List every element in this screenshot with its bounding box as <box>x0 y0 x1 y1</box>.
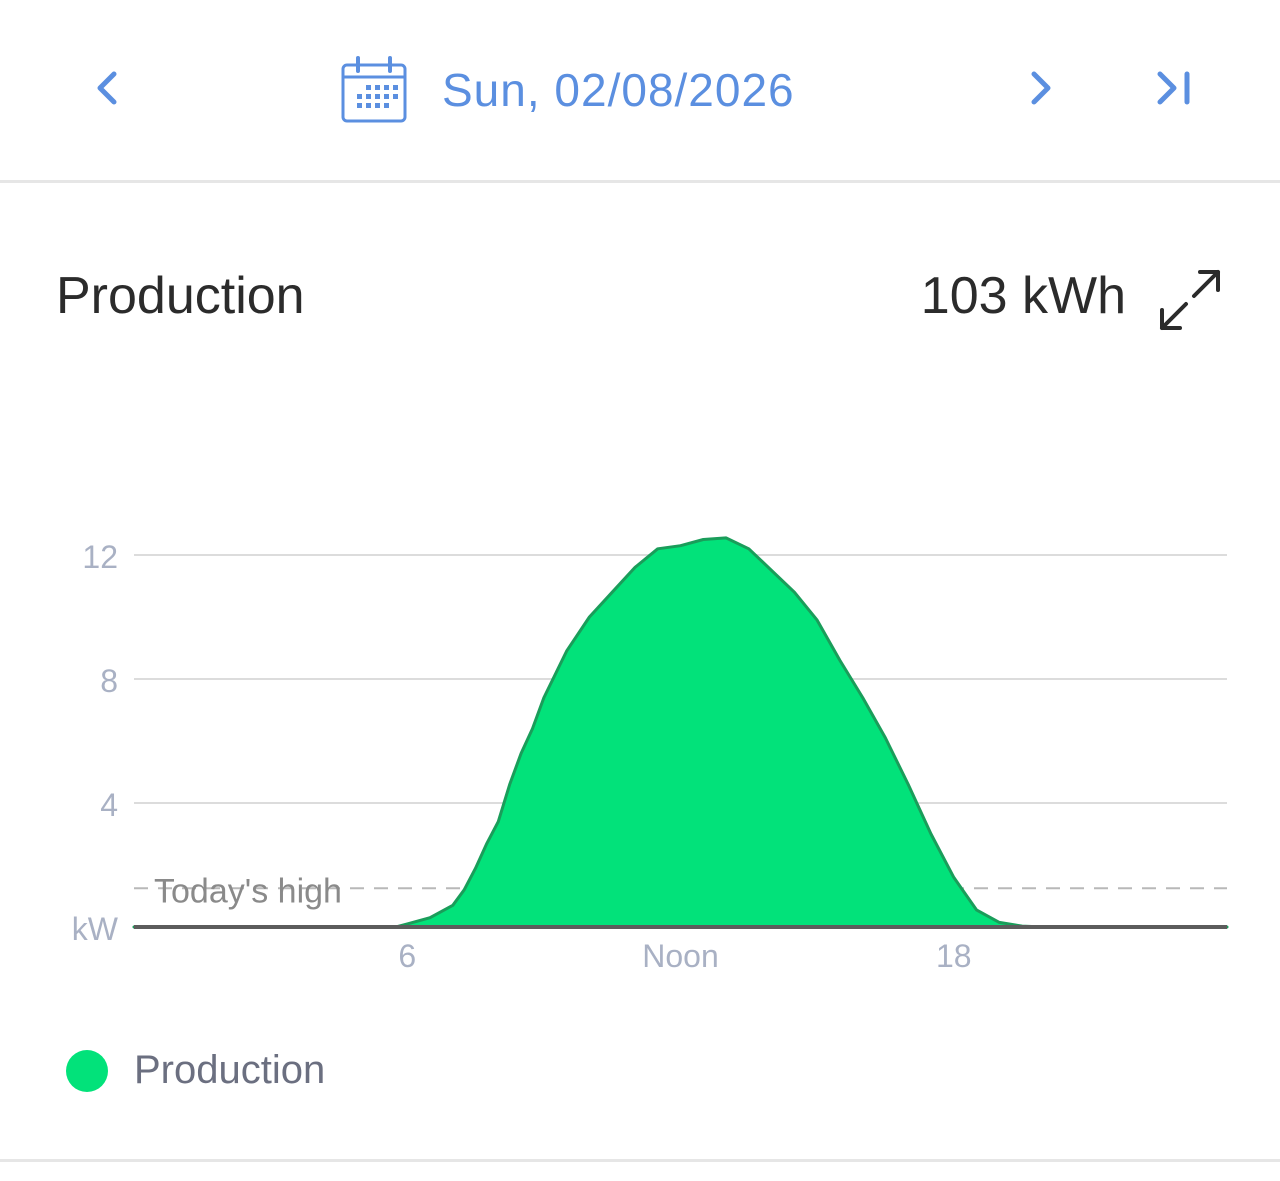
header-divider <box>0 180 1280 183</box>
skip-to-today-button[interactable] <box>1146 60 1202 116</box>
legend-label: Production <box>134 1048 326 1092</box>
selected-date: Sun, 02/08/2026 <box>442 64 795 116</box>
x-tick-label-noon: Noon <box>642 938 719 974</box>
y-tick-label-4: 4 <box>100 787 118 823</box>
calendar-icon <box>341 56 407 123</box>
y-tick-label-8: 8 <box>100 663 118 699</box>
date-picker[interactable]: Sun, 02/08/2026 <box>340 52 795 128</box>
skip-to-end-icon <box>1157 71 1190 105</box>
x-tick-label-6: 6 <box>398 938 416 974</box>
bottom-divider <box>0 1159 1280 1162</box>
y-tick-label-12: 12 <box>82 539 118 575</box>
date-header: Sun, 02/08/2026 <box>0 0 1280 180</box>
y-axis-unit-label: kW <box>72 911 119 947</box>
todays-high-label: Today's high <box>154 872 342 910</box>
chevron-right-icon <box>1031 71 1051 105</box>
previous-day-button[interactable] <box>80 60 136 116</box>
expand-button[interactable] <box>1156 266 1224 334</box>
production-chart: 4 8 12 kW Today's high 6 Noon 18 <box>72 536 1229 974</box>
x-tick-label-18: 18 <box>936 938 972 974</box>
legend-swatch <box>66 1049 108 1092</box>
production-total: 103 kWh <box>920 267 1126 325</box>
chevron-left-icon <box>97 71 117 105</box>
production-area <box>132 536 1229 929</box>
next-day-button[interactable] <box>1012 60 1068 116</box>
card-title: Production <box>56 267 305 325</box>
expand-icon <box>1160 270 1220 330</box>
legend: Production <box>66 1048 325 1093</box>
